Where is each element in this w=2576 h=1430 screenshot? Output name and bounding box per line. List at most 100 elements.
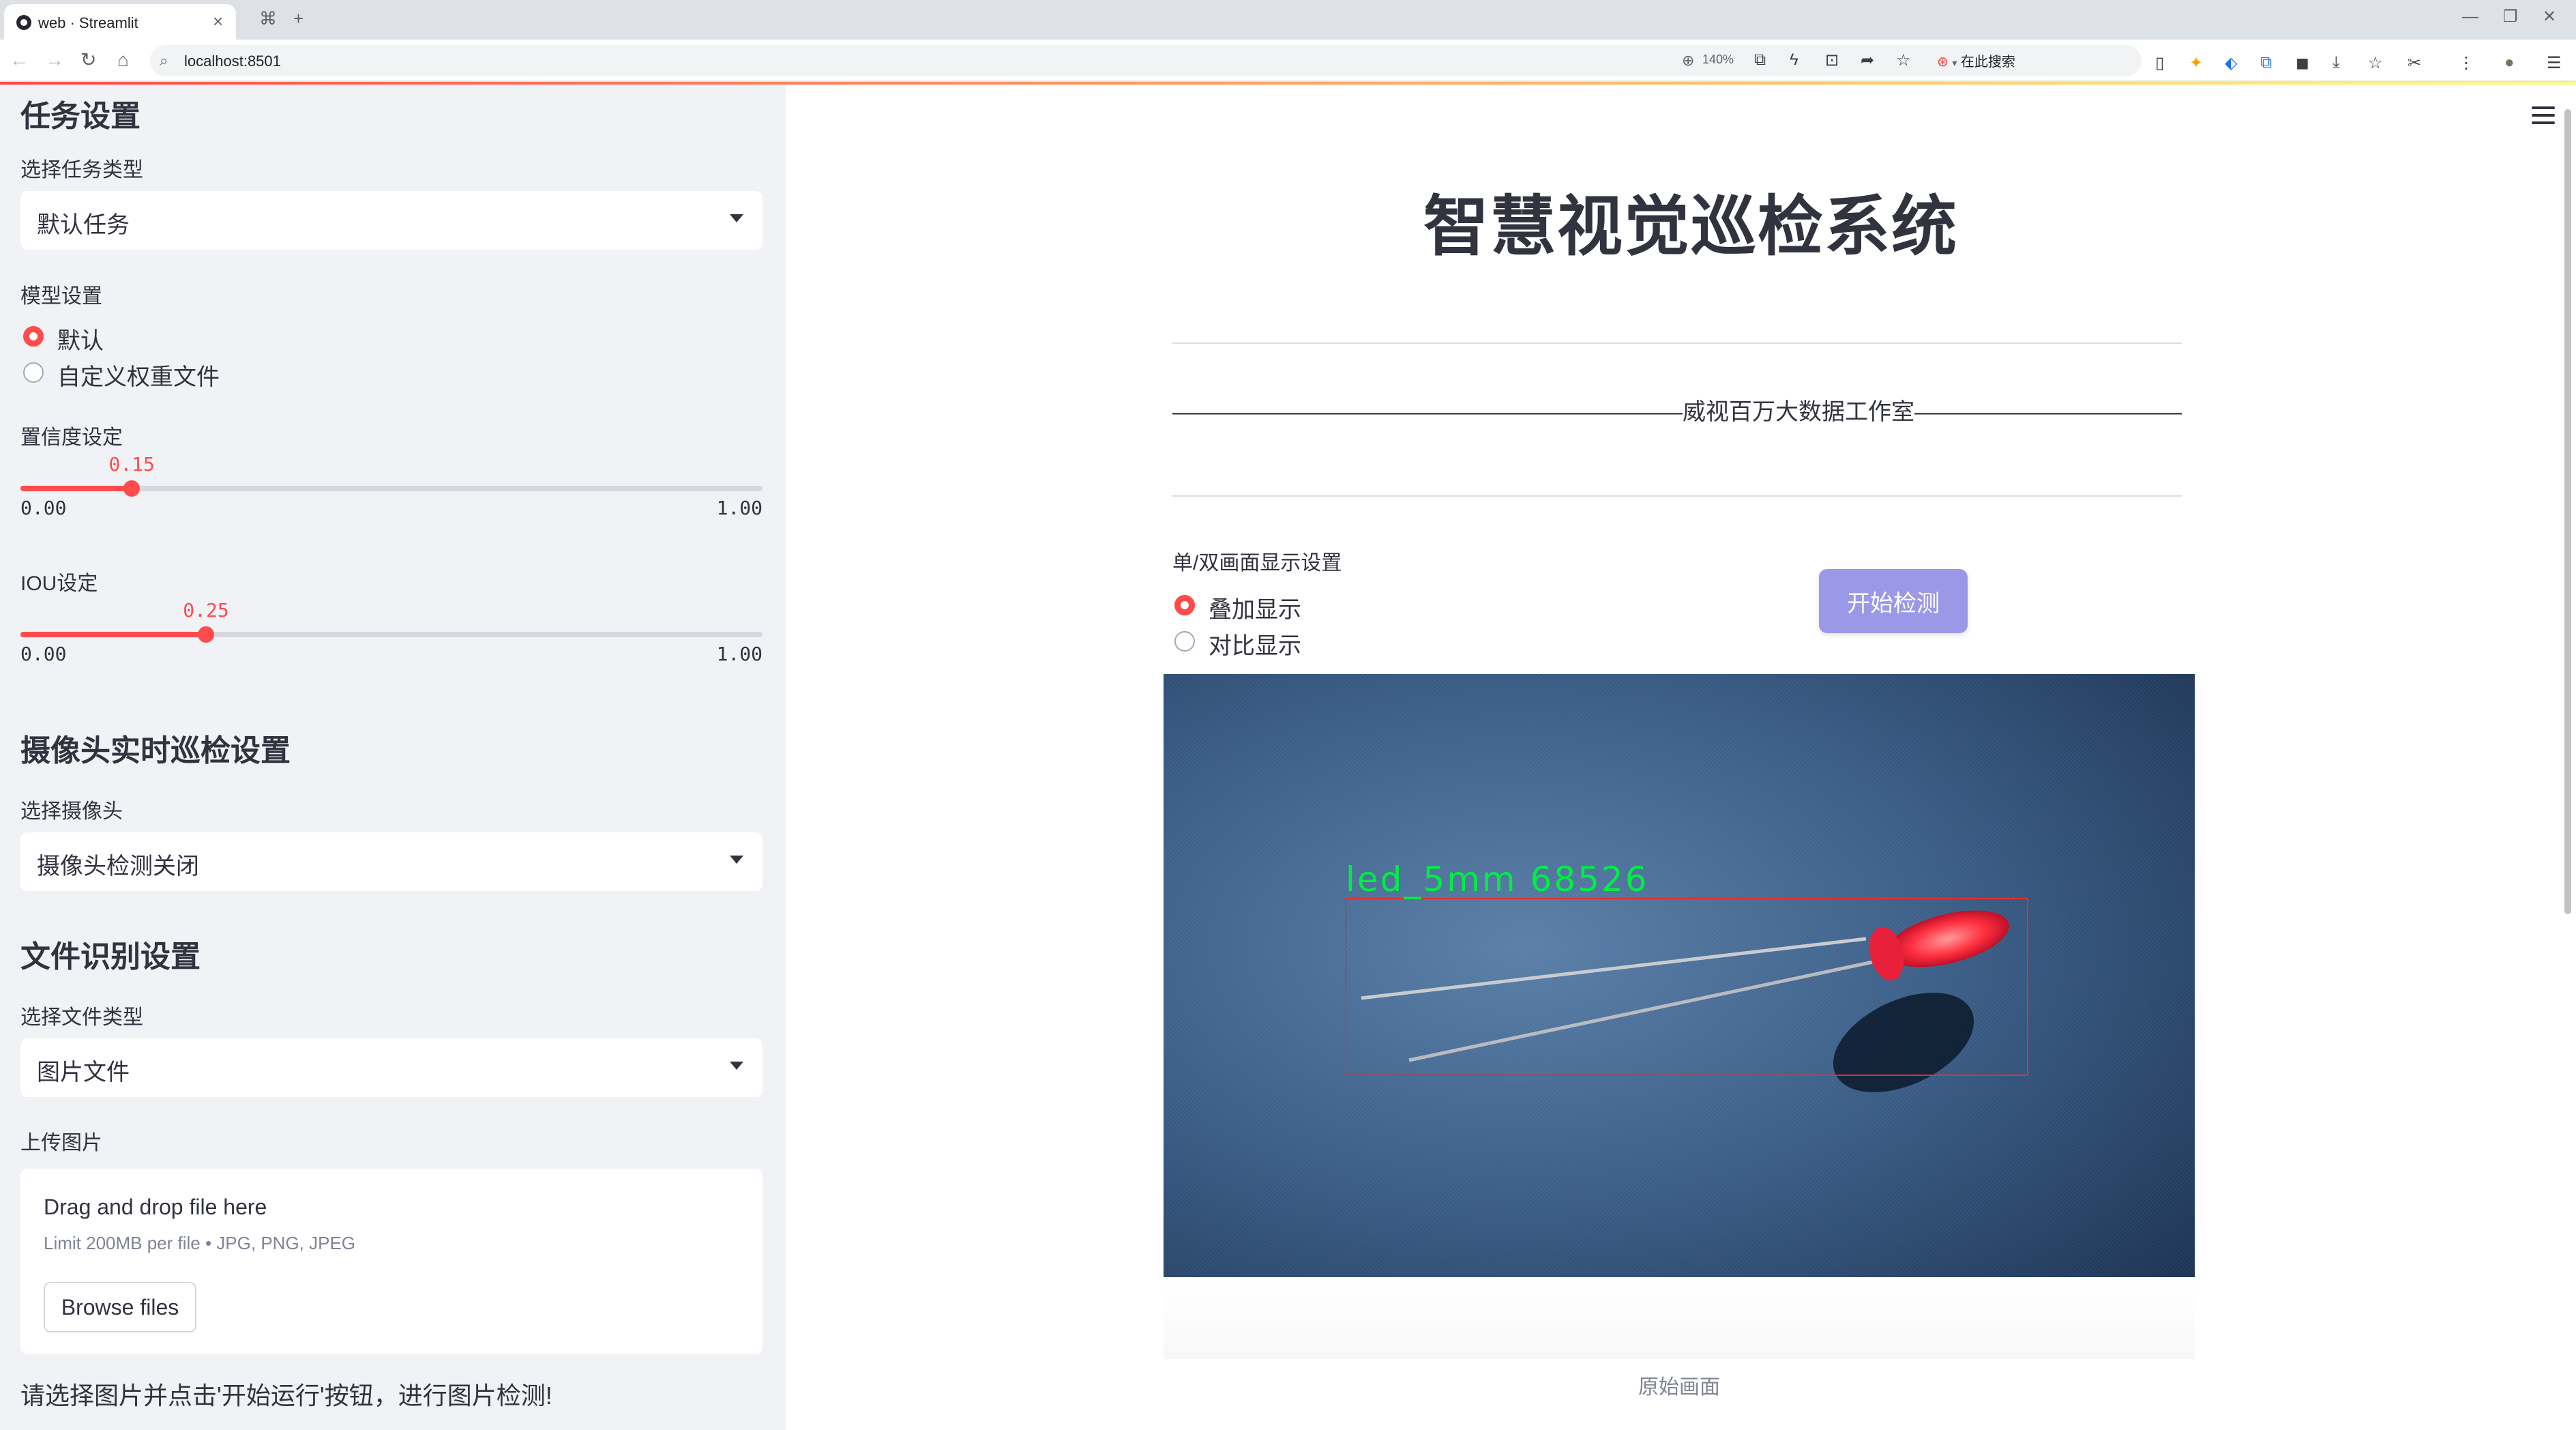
browser-toolbar: ← → ↻ ⌂ ⌕ localhost:8501 ⊕ 140% ⧉ ϟ ⊡ ➦ …	[0, 40, 2576, 82]
start-detection-button[interactable]: 开始检测	[1819, 569, 1968, 633]
slider-current-value: 0.25	[183, 599, 229, 622]
radio-unselected-icon[interactable]	[1174, 631, 1195, 652]
divider	[1172, 342, 2182, 344]
upload-hint: 请选择图片并点击'开始运行'按钮，进行图片检测!	[20, 1382, 552, 1410]
bookmark-star-icon[interactable]: ☆	[1896, 50, 1911, 70]
iou-slider[interactable]: 0.25 0.00 1.00	[20, 599, 763, 665]
file-type-select[interactable]: 图片文件	[20, 1038, 763, 1097]
radio-label: 叠加显示	[1209, 597, 1301, 623]
camera-settings-heading: 摄像头实时巡检设置	[20, 734, 291, 768]
extension-translate-icon[interactable]: ⧉	[2260, 53, 2272, 72]
radio-selected-icon[interactable]	[1174, 595, 1195, 615]
image-caption: 原始画面	[1638, 1376, 1720, 1399]
upload-label: 上传图片	[20, 1132, 102, 1154]
phone-icon[interactable]: ▯	[2155, 53, 2164, 73]
display-mode-label: 单/双画面显示设置	[1172, 552, 1342, 574]
detection-label: led_5mm 68526	[1346, 860, 1649, 899]
zoom-level[interactable]: 140%	[1702, 53, 1734, 67]
search-engine-icon: ⊛	[1937, 55, 1949, 70]
slider-thumb[interactable]	[123, 480, 140, 497]
search-engine-box[interactable]: ⊛ ▾ 在此搜索	[1937, 50, 2142, 71]
chevron-down-icon: ▾	[1952, 57, 1957, 68]
model-settings-label: 模型设置	[20, 285, 102, 308]
page-title: 智慧视觉巡检系统	[1423, 190, 1958, 263]
favorites-icon[interactable]: ☆	[2368, 53, 2383, 73]
translate-icon[interactable]: ⧉	[1754, 50, 1766, 70]
restore-icon[interactable]: ❐	[2503, 8, 2518, 26]
tab-search-icon[interactable]: ⌘	[259, 10, 277, 27]
extension-blue-icon[interactable]: ⬖	[2225, 53, 2237, 73]
chevron-down-icon	[730, 856, 743, 864]
address-bar[interactable]: ⌕ localhost:8501 ⊕ 140% ⧉ ϟ ⊡ ➦ ☆ ⊛ ▾ 在此…	[150, 45, 2142, 76]
forward-icon[interactable]: →	[45, 49, 64, 71]
slider-track[interactable]	[20, 632, 763, 637]
camera-value: 摄像头检测关闭	[37, 853, 199, 879]
detection-image: led_5mm 68526	[1164, 674, 2195, 1277]
file-dropzone[interactable]: Drag and drop file here Limit 200MB per …	[20, 1169, 763, 1354]
slider-thumb[interactable]	[198, 626, 214, 643]
divider	[1172, 495, 2182, 497]
extension-dark-icon[interactable]: ◼	[2296, 53, 2309, 73]
home-icon[interactable]: ⌂	[117, 49, 129, 71]
file-type-value: 图片文件	[37, 1060, 130, 1085]
task-type-value: 默认任务	[37, 212, 130, 238]
slider-current-value: 0.15	[108, 453, 155, 476]
chevron-down-icon	[730, 214, 743, 222]
camera-select[interactable]: 摄像头检测关闭	[20, 832, 763, 891]
slider-min-value: 0.00	[20, 497, 67, 519]
chevron-down-icon	[730, 1062, 743, 1070]
back-icon[interactable]: ←	[10, 49, 29, 71]
streamlit-favicon-icon	[16, 15, 31, 30]
new-tab-icon[interactable]: +	[293, 10, 304, 27]
window-close-icon[interactable]: ✕	[2543, 8, 2556, 26]
slider-fill	[20, 486, 132, 491]
main-content: 智慧视觉巡检系统 ——————————————————————威视百万大数据工作…	[786, 85, 2576, 1430]
page-subtitle: ——————————————————————威视百万大数据工作室————————…	[1172, 399, 2182, 425]
zoom-icon[interactable]: ⊕	[1682, 52, 1694, 70]
hamburger-menu-icon[interactable]	[2532, 106, 2556, 127]
confidence-slider[interactable]: 0.15 0.00 1.00	[20, 453, 763, 519]
minimize-icon[interactable]: —	[2462, 8, 2478, 26]
url-text[interactable]: localhost:8501	[184, 53, 281, 70]
lightning-icon[interactable]: ϟ	[1790, 50, 1798, 70]
file-type-label: 选择文件类型	[20, 1006, 143, 1029]
confidence-label: 置信度设定	[20, 426, 123, 449]
radio-label: 自定义权重文件	[57, 364, 220, 390]
slider-min-value: 0.00	[20, 643, 67, 665]
radio-label: 默认	[57, 328, 104, 354]
image-caption-area	[1164, 1277, 2195, 1359]
tab-bar: web · Streamlit × ⌘ + — ❐ ✕	[0, 0, 2576, 40]
slider-max-value: 1.00	[716, 497, 763, 519]
share-icon[interactable]: ➦	[1861, 50, 1874, 70]
search-engine-label: 在此搜索	[1960, 55, 2015, 70]
file-settings-heading: 文件识别设置	[20, 940, 201, 974]
extension-color-icon[interactable]: ✦	[2189, 53, 2203, 73]
radio-selected-icon[interactable]	[23, 326, 44, 347]
reload-icon[interactable]: ↻	[80, 49, 96, 71]
tab-title: web · Streamlit	[38, 14, 138, 31]
dropzone-title: Drag and drop file here	[44, 1195, 267, 1219]
download-icon[interactable]: ⤓	[2333, 53, 2340, 72]
dropzone-limit: Limit 200MB per file • JPG, PNG, JPEG	[44, 1233, 356, 1253]
radio-label: 对比显示	[1209, 633, 1301, 659]
more-options-icon[interactable]: ⋮	[2458, 53, 2474, 73]
task-settings-heading: 任务设置	[20, 100, 140, 133]
camera-label: 选择摄像头	[20, 800, 123, 823]
profile-avatar-icon[interactable]: ●	[2504, 53, 2515, 72]
scissors-icon[interactable]: ✂	[2408, 53, 2421, 73]
led-photo: led_5mm 68526	[1164, 674, 2195, 1277]
iou-label: IOU设定	[20, 572, 98, 595]
browse-files-button[interactable]: Browse files	[44, 1282, 196, 1332]
slider-fill	[20, 632, 206, 637]
browser-menu-icon[interactable]: ☰	[2547, 53, 2562, 73]
site-info-icon[interactable]: ⌕	[160, 52, 168, 70]
browser-tab[interactable]: web · Streamlit ×	[4, 4, 236, 40]
task-type-select[interactable]: 默认任务	[20, 191, 763, 250]
browser-window: web · Streamlit × ⌘ + — ❐ ✕ ← → ↻ ⌂ ⌕ lo…	[0, 0, 2576, 1430]
radio-unselected-icon[interactable]	[23, 362, 44, 383]
streamlit-page: 任务设置 选择任务类型 默认任务 模型设置 默认 自定义权重文件 置信度设定 0…	[0, 82, 2576, 1430]
scrollbar[interactable]	[2564, 109, 2571, 914]
screenshot-icon[interactable]: ⊡	[1825, 50, 1839, 70]
tab-close-icon[interactable]: ×	[213, 12, 223, 30]
sidebar: 任务设置 选择任务类型 默认任务 模型设置 默认 自定义权重文件 置信度设定 0…	[0, 85, 786, 1430]
